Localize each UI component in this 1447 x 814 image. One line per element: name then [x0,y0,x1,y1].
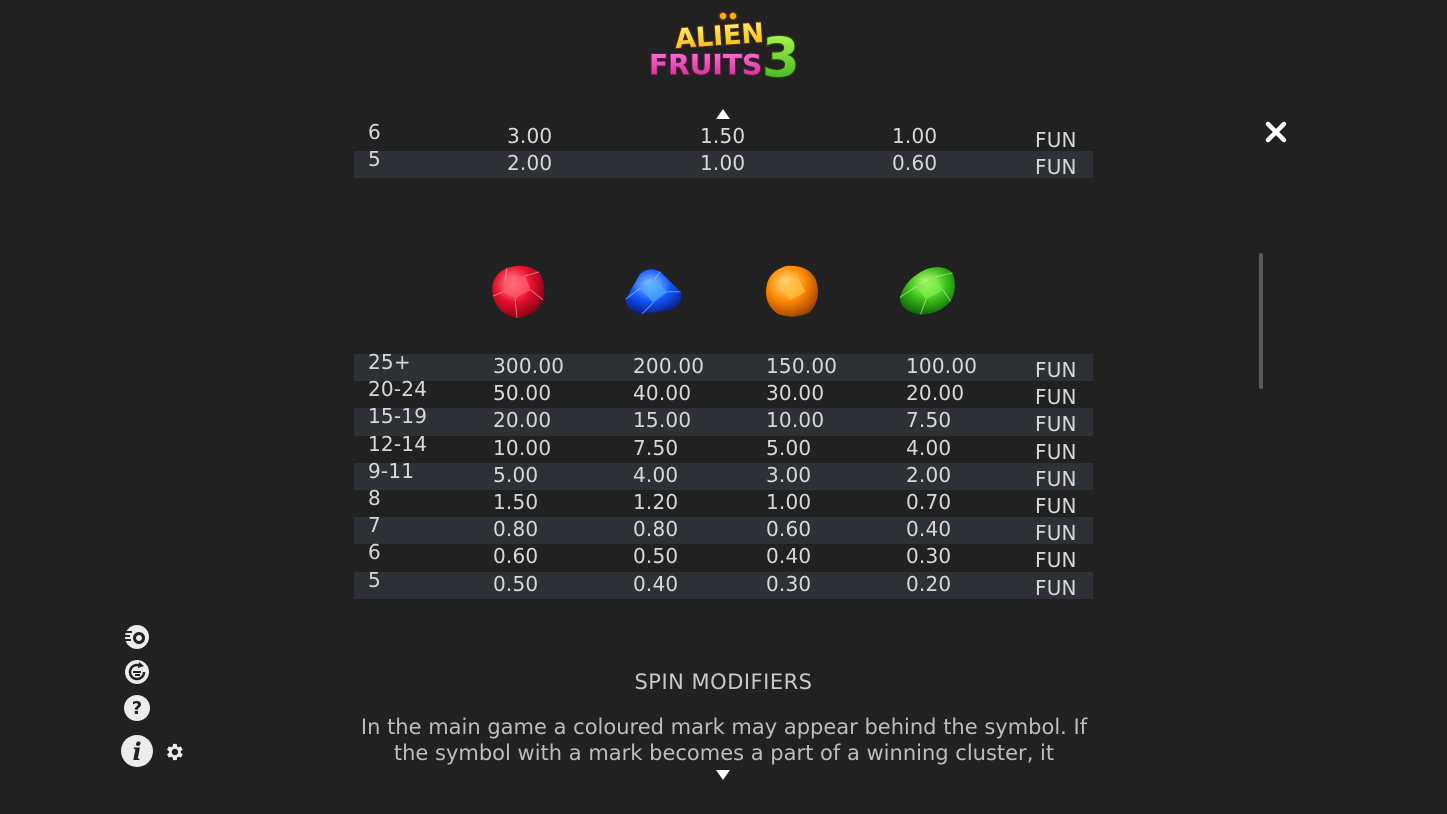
row-value: 50.00 [493,381,552,406]
row-value: 30.00 [766,381,825,406]
row-value: 0.20 [906,571,952,596]
logo-number: 3 [762,26,800,84]
row-value: 2.00 [507,151,553,176]
row-value: 0.80 [633,517,679,542]
table-row: 5 0.50 0.40 0.30 0.20 FUN [354,568,1093,600]
row-value: 40.00 [633,381,692,406]
row-value: 1.00 [700,151,746,176]
row-value: 1.50 [700,124,746,148]
table-row: 8 1.50 1.20 1.00 0.70 FUN [354,486,1093,518]
row-count: 25+ [368,350,411,374]
row-value: 0.30 [906,544,952,569]
row-currency: FUN [1035,575,1077,600]
row-currency: FUN [1035,385,1077,410]
row-value: 1.20 [633,489,679,514]
row-value: 150.00 [766,354,838,378]
row-value: 4.00 [633,462,679,487]
row-currency: FUN [1035,128,1077,152]
paytable-top: 6 3.00 1.50 1.00 FUN 5 2.00 1.00 0.60 FU… [354,120,1093,180]
gem-symbols [0,258,1447,328]
row-value: 7.50 [906,408,952,433]
row-value: 1.50 [493,489,539,514]
turbo-spin-icon[interactable] [123,658,151,690]
row-value: 0.60 [766,517,812,542]
info-icon[interactable]: i [120,734,154,772]
row-value: 0.30 [766,571,812,596]
row-value: 15.00 [633,408,692,433]
row-value: 4.00 [906,435,952,460]
table-row: 6 3.00 1.50 1.00 FUN [354,120,1093,152]
row-value: 10.00 [493,435,552,460]
table-row: 20-24 50.00 40.00 30.00 20.00 FUN [354,377,1093,410]
row-value: 3.00 [507,124,553,148]
row-value: 10.00 [766,408,825,433]
row-value: 5.00 [766,435,812,460]
row-value: 2.00 [906,462,952,487]
paytable-viewport[interactable]: 6 3.00 1.50 1.00 FUN 5 2.00 1.00 0.60 FU… [0,118,1447,765]
row-value: 20.00 [906,381,965,406]
table-row: 15-19 20.00 15.00 10.00 7.50 FUN [354,404,1093,437]
row-value: 20.00 [493,408,552,433]
row-count: 20-24 [368,377,428,402]
row-value: 0.70 [906,489,952,514]
table-row: 9-11 5.00 4.00 3.00 2.00 FUN [354,459,1093,491]
row-currency: FUN [1035,521,1077,546]
row-value: 1.00 [766,489,812,514]
row-value: 0.80 [493,517,539,542]
svg-text:i: i [132,737,141,766]
section-body: In the main game a coloured mark may app… [360,715,1088,765]
row-currency: FUN [1035,155,1077,180]
orange-gem [766,265,818,317]
table-row: 5 2.00 1.00 0.60 FUN [354,147,1093,180]
row-currency: FUN [1035,412,1077,437]
help-icon[interactable]: ? [123,694,151,726]
table-row: 6 0.60 0.50 0.40 0.30 FUN [354,540,1093,573]
logo-line2: FRUITS [649,48,762,81]
red-gem [492,265,545,319]
row-count: 9-11 [368,458,415,483]
row-value: 0.60 [493,544,539,569]
table-row: 12-14 10.00 7.50 5.00 4.00 FUN [354,432,1093,464]
table-row: 7 0.80 0.80 0.60 0.40 FUN [354,513,1093,546]
paytable-gems: 25+ 300.00 200.00 150.00 100.00 FUN 20-2… [354,350,1093,600]
row-value: 5.00 [493,462,539,487]
row-value: 0.50 [493,571,539,596]
row-count: 8 [368,485,381,510]
row-value: 3.00 [766,462,812,487]
gear-icon[interactable] [163,741,185,767]
section-title: SPIN MODIFIERS [634,670,813,694]
row-count: 15-19 [368,404,428,429]
row-value: 0.50 [633,544,679,569]
row-value: 200.00 [633,354,705,378]
row-value: 7.50 [633,435,679,460]
row-value: 300.00 [493,354,565,378]
game-logo: ALIEN FRUITS 3 [645,8,805,84]
row-count: 6 [368,540,381,565]
row-count: 5 [368,567,381,592]
row-count: 7 [368,513,381,538]
autoplay-icon[interactable] [123,623,151,655]
blue-gem [625,269,682,315]
row-value: 0.40 [633,571,679,596]
row-currency: FUN [1035,548,1077,573]
row-value: 0.40 [766,544,812,569]
row-value: 0.60 [892,151,938,176]
table-row: 25+ 300.00 200.00 150.00 100.00 FUN [354,350,1093,382]
svg-text:?: ? [132,698,142,719]
row-count: 6 [368,120,381,144]
row-currency: FUN [1035,439,1077,464]
row-count: 5 [368,147,381,172]
row-currency: FUN [1035,466,1077,491]
row-currency: FUN [1035,358,1077,382]
row-value: 1.00 [892,124,938,148]
triangle-down-icon[interactable] [716,770,730,780]
row-value: 100.00 [906,354,978,378]
row-count: 12-14 [368,431,428,456]
green-gem [899,267,955,315]
row-currency: FUN [1035,493,1077,518]
row-value: 0.40 [906,517,952,542]
